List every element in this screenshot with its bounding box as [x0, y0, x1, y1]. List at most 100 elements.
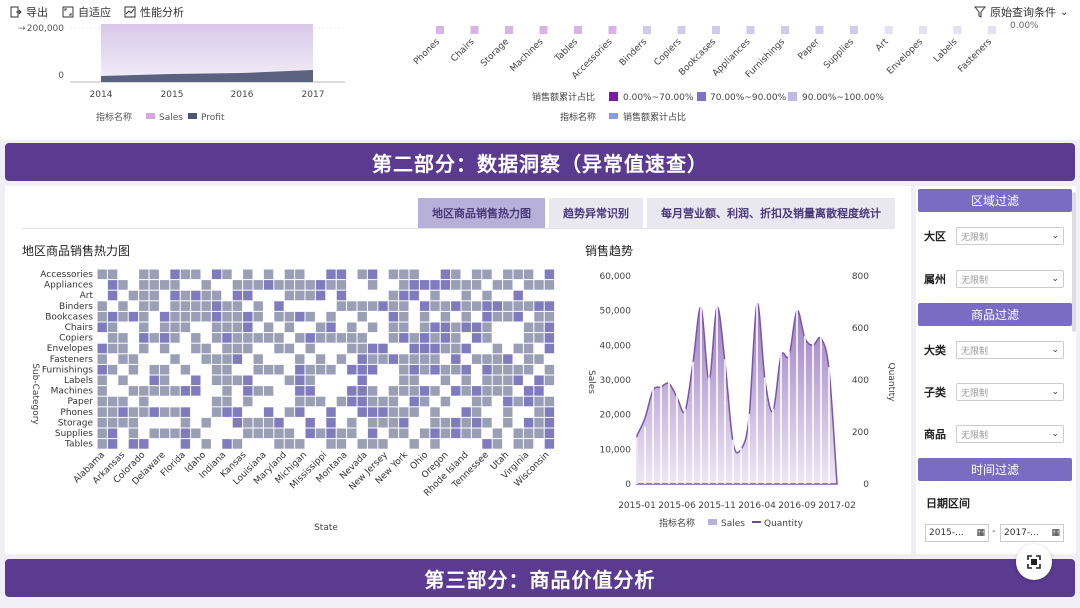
- heatmap-cell[interactable]: [336, 439, 347, 449]
- heatmap-cell[interactable]: [440, 343, 451, 354]
- heatmap-cell[interactable]: [451, 386, 461, 396]
- heatmap-cell[interactable]: [367, 322, 378, 333]
- heatmap-cell[interactable]: [471, 407, 482, 417]
- heatmap-cell[interactable]: [482, 322, 492, 333]
- heatmap-cell[interactable]: [534, 375, 544, 386]
- heatmap-cell[interactable]: [347, 428, 357, 439]
- heatmap-cell[interactable]: [357, 333, 367, 343]
- heatmap-cell[interactable]: [399, 354, 409, 364]
- heatmap-cell[interactable]: [503, 386, 513, 396]
- heatmap-cell[interactable]: [451, 343, 461, 354]
- heatmap-cell[interactable]: [482, 417, 492, 428]
- heatmap-cell[interactable]: [492, 343, 503, 354]
- heatmap-cell[interactable]: [128, 407, 139, 417]
- heatmap-cell[interactable]: [409, 439, 419, 449]
- heatmap-cell[interactable]: [336, 396, 347, 407]
- heatmap-cell[interactable]: [180, 311, 191, 322]
- heatmap-cell[interactable]: [461, 322, 471, 333]
- heatmap-cell[interactable]: [243, 375, 253, 386]
- heatmap-cell[interactable]: [409, 354, 419, 364]
- heatmap-cell[interactable]: [440, 269, 451, 280]
- heatmap-cell[interactable]: [201, 301, 211, 311]
- heatmap-cell[interactable]: [336, 354, 347, 364]
- heatmap-cell[interactable]: [388, 428, 399, 439]
- heatmap-cell[interactable]: [367, 407, 378, 417]
- heatmap-cell[interactable]: [336, 269, 347, 280]
- heatmap-cell[interactable]: [357, 269, 367, 280]
- heatmap-cell[interactable]: [513, 269, 523, 280]
- heatmap-cell[interactable]: [471, 322, 482, 333]
- heatmap-cell[interactable]: [461, 364, 471, 375]
- heatmap-cell[interactable]: [295, 386, 305, 396]
- heatmap-cell[interactable]: [201, 311, 211, 322]
- heatmap-cell[interactable]: [315, 428, 326, 439]
- heatmap-cell[interactable]: [367, 386, 378, 396]
- heatmap-cell[interactable]: [544, 311, 555, 322]
- heatmap-cell[interactable]: [326, 428, 336, 439]
- heatmap-cell[interactable]: [149, 301, 159, 311]
- heatmap-cell[interactable]: [222, 407, 232, 417]
- heatmap-cell[interactable]: [107, 428, 118, 439]
- heatmap-cell[interactable]: [139, 343, 149, 354]
- heatmap-cell[interactable]: [263, 269, 274, 280]
- heatmap-cell[interactable]: [263, 386, 274, 396]
- heatmap-cell[interactable]: [305, 364, 315, 375]
- heatmap-cell[interactable]: [263, 333, 274, 343]
- heatmap-cell[interactable]: [243, 280, 253, 290]
- heatmap-cell[interactable]: [357, 386, 367, 396]
- heatmap-cell[interactable]: [107, 364, 118, 375]
- heatmap-cell[interactable]: [253, 280, 263, 290]
- heatmap-cell[interactable]: [315, 364, 326, 375]
- heatmap-cell[interactable]: [222, 386, 232, 396]
- heatmap-cell[interactable]: [461, 407, 471, 417]
- heatmap-cell[interactable]: [461, 417, 471, 428]
- heatmap-cell[interactable]: [97, 311, 107, 322]
- heatmap-cell[interactable]: [284, 280, 295, 290]
- heatmap-cell[interactable]: [492, 428, 503, 439]
- heatmap-cell[interactable]: [118, 375, 128, 386]
- heatmap-cell[interactable]: [170, 386, 180, 396]
- heatmap-cell[interactable]: [534, 354, 544, 364]
- heatmap-cell[interactable]: [222, 439, 232, 449]
- heatmap-cell[interactable]: [440, 301, 451, 311]
- heatmap-cell[interactable]: [419, 386, 430, 396]
- heatmap-cell[interactable]: [430, 407, 440, 417]
- heatmap-cell[interactable]: [107, 333, 118, 343]
- heatmap-cell[interactable]: [357, 439, 367, 449]
- heatmap-cell[interactable]: [471, 301, 482, 311]
- heatmap-cell[interactable]: [284, 439, 295, 449]
- heatmap-cell[interactable]: [284, 407, 295, 417]
- heatmap-cell[interactable]: [503, 364, 513, 375]
- heatmap-cell[interactable]: [159, 375, 170, 386]
- heatmap-cell[interactable]: [201, 290, 211, 301]
- heatmap-cell[interactable]: [191, 343, 201, 354]
- heatmap-cell[interactable]: [232, 354, 243, 364]
- heatmap-cell[interactable]: [409, 375, 419, 386]
- heatmap-cell[interactable]: [544, 375, 555, 386]
- heatmap-cell[interactable]: [295, 354, 305, 364]
- heatmap-cell[interactable]: [243, 417, 253, 428]
- heatmap-cell[interactable]: [149, 269, 159, 280]
- heatmap-cell[interactable]: [159, 343, 170, 354]
- heatmap-cell[interactable]: [211, 396, 222, 407]
- heatmap-cell[interactable]: [149, 280, 159, 290]
- heatmap-cell[interactable]: [419, 354, 430, 364]
- heatmap-cell[interactable]: [118, 333, 128, 343]
- heatmap-cell[interactable]: [492, 364, 503, 375]
- heatmap-cell[interactable]: [471, 396, 482, 407]
- heatmap-cell[interactable]: [409, 343, 419, 354]
- heatmap-cell[interactable]: [471, 269, 482, 280]
- heatmap-cell[interactable]: [440, 322, 451, 333]
- category-select[interactable]: 无限制 ⌄: [956, 341, 1064, 359]
- heatmap-cell[interactable]: [471, 354, 482, 364]
- heatmap-cell[interactable]: [295, 269, 305, 280]
- heatmap-cell[interactable]: [128, 439, 139, 449]
- heatmap-cell[interactable]: [544, 322, 555, 333]
- heatmap-cell[interactable]: [513, 301, 523, 311]
- heatmap-cell[interactable]: [170, 354, 180, 364]
- heatmap-cell[interactable]: [315, 354, 326, 364]
- heatmap-cell[interactable]: [388, 417, 399, 428]
- heatmap-cell[interactable]: [471, 417, 482, 428]
- heatmap-cell[interactable]: [191, 428, 201, 439]
- heatmap-cell[interactable]: [222, 364, 232, 375]
